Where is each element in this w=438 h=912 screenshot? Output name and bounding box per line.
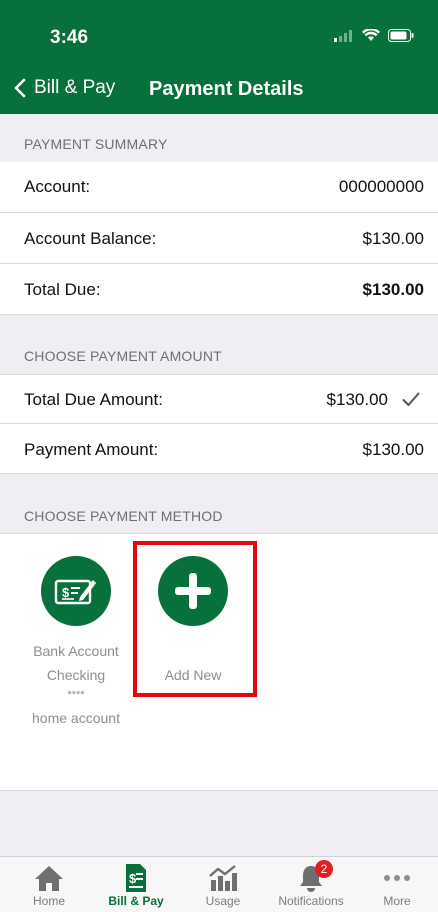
svg-text:$: $ bbox=[129, 871, 137, 886]
row-label: Total Due: bbox=[24, 280, 101, 299]
tab-label: Notifications bbox=[278, 894, 344, 908]
check-icon: $ bbox=[41, 556, 111, 626]
row-value: $130.00 bbox=[362, 280, 424, 299]
method-masked-number: **** bbox=[67, 689, 85, 701]
svg-text:$: $ bbox=[62, 585, 70, 600]
tab-label: Bill & Pay bbox=[108, 894, 164, 908]
signal-icon bbox=[334, 29, 352, 42]
status-bar: 3:46 bbox=[0, 0, 438, 60]
tab-usage[interactable]: Usage bbox=[188, 862, 258, 908]
checkmark-icon bbox=[402, 392, 420, 406]
tab-more[interactable]: More bbox=[362, 862, 432, 908]
tab-notifications[interactable]: 2 Notifications bbox=[275, 860, 347, 908]
back-button[interactable]: Bill & Pay bbox=[14, 77, 115, 99]
status-time: 3:46 bbox=[50, 27, 89, 48]
section-header-payment-method: CHOOSE PAYMENT METHOD bbox=[0, 474, 438, 533]
row-label: Account Balance: bbox=[24, 229, 157, 248]
chevron-left-icon bbox=[14, 78, 26, 98]
amount-option-payment-amount[interactable]: Payment Amount: $130.00 bbox=[0, 424, 438, 474]
row-value: 000000000 bbox=[338, 177, 424, 196]
home-icon bbox=[35, 866, 63, 891]
method-type: Checking bbox=[46, 667, 106, 683]
row-label: Account: bbox=[24, 177, 91, 196]
summary-row-total-due: Total Due: $130.00 bbox=[0, 264, 438, 315]
highlight-box bbox=[133, 541, 257, 697]
summary-row-account: Account: 000000000 bbox=[0, 162, 438, 213]
usage-chart-icon bbox=[209, 865, 237, 891]
method-nickname: home account bbox=[32, 710, 120, 726]
section-header-payment-summary: PAYMENT SUMMARY bbox=[0, 114, 438, 162]
section-header-payment-amount: CHOOSE PAYMENT AMOUNT bbox=[0, 315, 438, 374]
summary-row-balance: Account Balance: $130.00 bbox=[0, 213, 438, 264]
app-header: 3:46 Bill & Pay Payment Details bbox=[0, 0, 438, 114]
row-value: $130.00 bbox=[326, 390, 388, 409]
tab-bar: Home $ Bill & Pay Usage 2 Notifications … bbox=[0, 856, 438, 912]
tab-label: Usage bbox=[205, 894, 241, 908]
tab-bill-pay[interactable]: $ Bill & Pay bbox=[101, 862, 171, 908]
more-dots-icon bbox=[384, 875, 410, 881]
bill-icon: $ bbox=[126, 864, 146, 892]
back-label: Bill & Pay bbox=[34, 77, 116, 98]
battery-icon bbox=[388, 29, 414, 42]
row-value: $130.00 bbox=[362, 229, 424, 248]
wifi-icon bbox=[362, 29, 380, 41]
notification-badge: 2 bbox=[315, 860, 333, 878]
tab-home[interactable]: Home bbox=[14, 862, 84, 908]
page-title: Payment Details bbox=[149, 78, 304, 100]
amount-option-total-due[interactable]: Total Due Amount: $130.00 bbox=[0, 374, 438, 424]
method-name: Bank Account bbox=[33, 643, 119, 659]
row-value: $130.00 bbox=[362, 440, 424, 459]
tab-label: More bbox=[383, 894, 411, 908]
row-label: Payment Amount: bbox=[24, 440, 159, 459]
payment-method-bank-account[interactable]: $ Bank Account Checking **** home accoun… bbox=[16, 556, 136, 733]
row-label: Total Due Amount: bbox=[24, 390, 163, 409]
status-icons bbox=[334, 29, 414, 42]
tab-label: Home bbox=[32, 894, 65, 908]
